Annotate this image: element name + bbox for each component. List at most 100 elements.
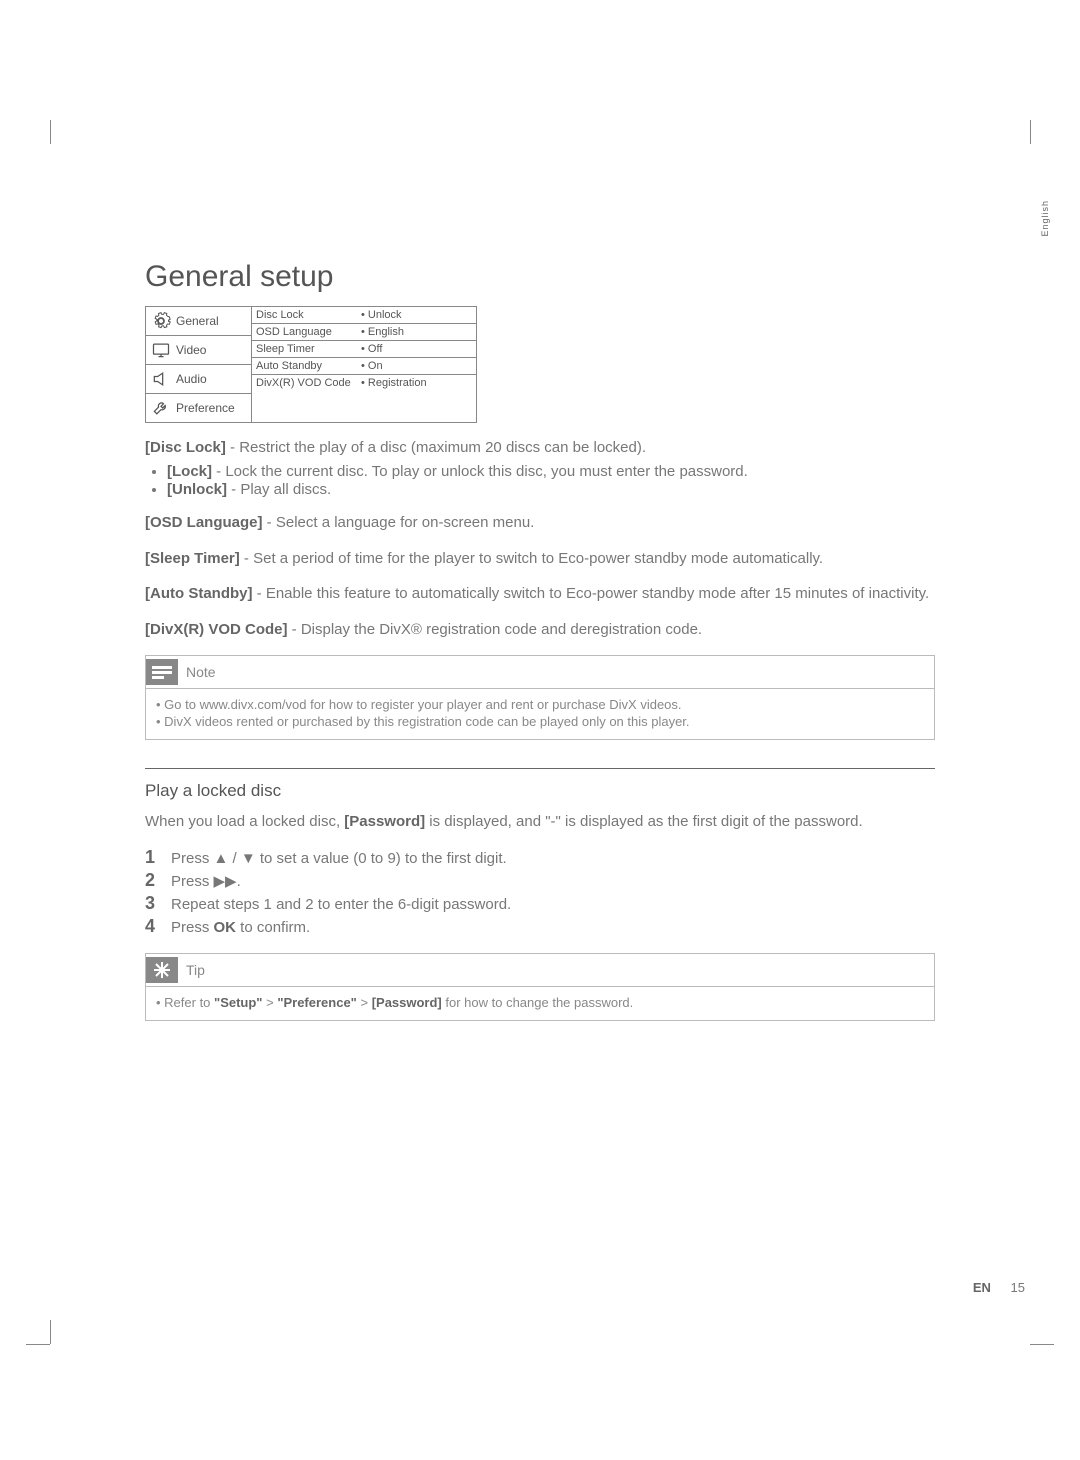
step-num: 1	[145, 847, 159, 868]
disc-lock-list: [Lock] - Lock the current disc. To play …	[145, 463, 935, 498]
menu-item-video[interactable]: Video	[146, 336, 251, 365]
page-content: General setup General Video Audio Prefer…	[145, 260, 935, 1035]
speaker-icon	[151, 369, 171, 389]
tip-title: Tip	[186, 962, 205, 978]
label: [Sleep Timer]	[145, 550, 240, 567]
note-block: Note • Go to www.divx.com/vod for how to…	[145, 655, 935, 740]
note-title: Note	[186, 664, 216, 680]
t: [Password]	[372, 995, 442, 1010]
opt-val: • Registration	[361, 377, 472, 389]
menu-label: Audio	[176, 372, 207, 386]
t: When you load a locked disc,	[145, 813, 344, 830]
t: "Preference"	[277, 995, 357, 1010]
t: to confirm.	[236, 919, 310, 936]
menu-categories: General Video Audio Preference	[146, 307, 252, 422]
section-title: General setup	[145, 260, 935, 294]
step: 2 Press ▶▶.	[145, 870, 935, 891]
note-body: • Go to www.divx.com/vod for how to regi…	[146, 688, 934, 739]
desc: - Play all discs.	[227, 481, 331, 498]
label: [Password]	[344, 813, 425, 830]
note-icon	[146, 659, 178, 685]
opt-key: Auto Standby	[256, 360, 361, 372]
menu-row[interactable]: OSD Language• English	[252, 324, 476, 341]
menu-label: Preference	[176, 401, 235, 415]
t: >	[262, 995, 277, 1010]
t: Refer to	[164, 995, 214, 1010]
crop-mark	[26, 1344, 50, 1345]
monitor-icon	[151, 340, 171, 360]
asterisk-icon	[146, 957, 178, 983]
t: >	[357, 995, 372, 1010]
opt-key: DivX(R) VOD Code	[256, 377, 361, 389]
step-text: Repeat steps 1 and 2 to enter the 6-digi…	[171, 896, 511, 913]
label: [Lock]	[167, 463, 212, 480]
t: OK	[214, 919, 237, 936]
t: is displayed, and "-" is displayed as th…	[425, 813, 863, 830]
step: 1Press ▲ / ▼ to set a value (0 to 9) to …	[145, 847, 935, 868]
menu-row[interactable]: Sleep Timer• Off	[252, 341, 476, 358]
menu-item-audio[interactable]: Audio	[146, 365, 251, 394]
label: [Unlock]	[167, 481, 227, 498]
play-intro: When you load a locked disc, [Password] …	[145, 811, 935, 833]
menu-label: General	[176, 314, 219, 328]
menu-label: Video	[176, 343, 206, 357]
crop-mark	[1030, 1344, 1054, 1345]
step-num: 2	[145, 870, 159, 891]
note-item: • DivX videos rented or purchased by thi…	[156, 714, 924, 729]
tip-item: • Refer to "Setup" > "Preference" > [Pas…	[156, 995, 924, 1010]
desc: - Display the DivX® registration code an…	[288, 621, 703, 638]
label: [OSD Language]	[145, 514, 263, 531]
opt-val: • On	[361, 360, 472, 372]
footer-lang: EN	[973, 1280, 991, 1295]
desc: - Restrict the play of a disc (maximum 2…	[226, 439, 646, 456]
osd-para: [OSD Language] - Select a language for o…	[145, 512, 935, 534]
t: for how to change the password.	[442, 995, 634, 1010]
disc-lock-para: [Disc Lock] - Restrict the play of a dis…	[145, 437, 935, 459]
menu-row[interactable]: Disc Lock• Unlock	[252, 307, 476, 324]
t: Press	[171, 919, 214, 936]
t: "Setup"	[214, 995, 262, 1010]
step-num: 4	[145, 916, 159, 937]
divx-para: [DivX(R) VOD Code] - Display the DivX® r…	[145, 619, 935, 641]
crop-mark	[50, 120, 51, 144]
language-side-label: English	[1040, 200, 1050, 237]
menu-row[interactable]: Auto Standby• On	[252, 358, 476, 375]
tip-block: Tip • Refer to "Setup" > "Preference" > …	[145, 953, 935, 1021]
desc: - Lock the current disc. To play or unlo…	[212, 463, 748, 480]
note-item: • Go to www.divx.com/vod for how to regi…	[156, 697, 924, 712]
page-footer: EN 15	[973, 1280, 1025, 1295]
step: 4 Press OK to confirm.	[145, 916, 935, 937]
menu-row[interactable]: DivX(R) VOD Code• Registration	[252, 375, 476, 391]
opt-key: OSD Language	[256, 326, 361, 338]
opt-key: Sleep Timer	[256, 343, 361, 355]
list-item: [Lock] - Lock the current disc. To play …	[167, 463, 935, 480]
desc: - Enable this feature to automatically s…	[252, 585, 929, 602]
desc: - Set a period of time for the player to…	[240, 550, 823, 567]
auto-para: [Auto Standby] - Enable this feature to …	[145, 583, 935, 605]
footer-page: 15	[1011, 1280, 1025, 1295]
step: 3 Repeat steps 1 and 2 to enter the 6-dig…	[145, 893, 935, 914]
divider	[145, 768, 935, 769]
tip-header: Tip	[146, 954, 934, 986]
crop-mark	[1030, 120, 1031, 144]
note-text: Go to www.divx.com/vod for how to regist…	[164, 697, 681, 712]
step-text: Press OK to confirm.	[171, 919, 310, 936]
gear-icon	[151, 311, 171, 331]
step-text: Press ▶▶.	[171, 872, 241, 890]
opt-val: • Off	[361, 343, 472, 355]
note-header: Note	[146, 656, 934, 688]
steps-list: 1Press ▲ / ▼ to set a value (0 to 9) to …	[145, 847, 935, 937]
opt-key: Disc Lock	[256, 309, 361, 321]
wrench-icon	[151, 398, 171, 418]
label: [Auto Standby]	[145, 585, 252, 602]
label: [DivX(R) VOD Code]	[145, 621, 288, 638]
menu-item-preference[interactable]: Preference	[146, 394, 251, 422]
sleep-para: [Sleep Timer] - Set a period of time for…	[145, 548, 935, 570]
tip-body: • Refer to "Setup" > "Preference" > [Pas…	[146, 986, 934, 1020]
subsection-title: Play a locked disc	[145, 781, 935, 801]
list-item: [Unlock] - Play all discs.	[167, 481, 935, 498]
settings-menu: General Video Audio Preference Disc Lock…	[145, 306, 477, 423]
menu-options: Disc Lock• Unlock OSD Language• English …	[252, 307, 476, 422]
menu-item-general[interactable]: General	[146, 307, 251, 336]
step-num: 3	[145, 893, 159, 914]
